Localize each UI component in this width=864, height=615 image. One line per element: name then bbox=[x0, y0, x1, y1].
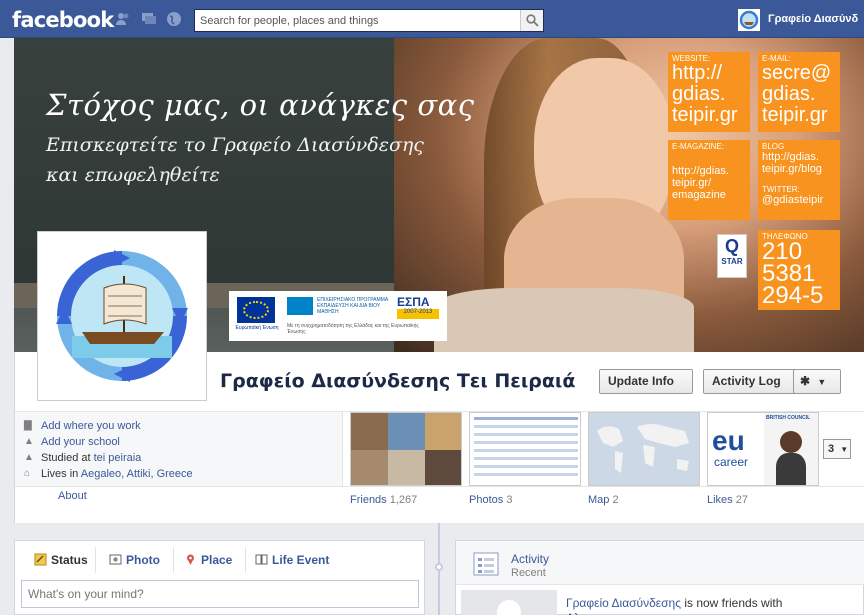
activity-avatar[interactable] bbox=[461, 590, 557, 615]
emagazine-box: E-MAGAZINE: http://gdias. teipir.gr/ ema… bbox=[668, 140, 750, 220]
activity-title[interactable]: Activity bbox=[511, 552, 549, 566]
notifications-globe-icon[interactable] bbox=[166, 11, 182, 27]
status-composer-input[interactable]: What's on your mind? bbox=[21, 580, 419, 608]
photos-tile[interactable] bbox=[469, 412, 581, 486]
activity-actor-link[interactable]: Γραφείο Διασύνδεσης bbox=[566, 596, 681, 610]
graduation-cap-icon: ▲ bbox=[24, 452, 34, 463]
facebook-logo[interactable]: facebook bbox=[12, 8, 114, 32]
studied-at: ▲ Studied at tei peiraia bbox=[24, 452, 142, 464]
photo-icon bbox=[109, 554, 122, 565]
more-sections-button[interactable]: 3 ▼ bbox=[823, 439, 851, 459]
map-label[interactable]: Map 2 bbox=[588, 494, 619, 506]
school-link[interactable]: tei peiraia bbox=[94, 452, 142, 464]
top-bar: facebook Γραφείο Διασύνδ bbox=[0, 0, 864, 38]
update-info-button[interactable]: Update Info bbox=[599, 369, 693, 394]
chevron-down-icon: ▼ bbox=[840, 445, 849, 454]
add-work-link[interactable]: ▇ Add where you work bbox=[24, 420, 141, 432]
friend-requests-icon[interactable] bbox=[115, 11, 131, 27]
map-tile[interactable] bbox=[588, 412, 700, 486]
activity-story: Γραφείο Διασύνδεσης is now friends with … bbox=[566, 596, 783, 615]
lives-in: ⌂ Lives in Aegaleo, Attiki, Greece bbox=[24, 468, 193, 480]
avatar bbox=[738, 9, 760, 31]
city-link[interactable]: Aegaleo, Attiki, Greece bbox=[81, 468, 193, 480]
profile-picture[interactable] bbox=[37, 231, 207, 401]
website-box: WEBSITE: http:// gdias. teipir.gr bbox=[668, 52, 750, 132]
tab-photo[interactable]: Photo bbox=[109, 553, 160, 567]
school-icon: ▲ bbox=[24, 436, 34, 447]
page-title[interactable]: Γραφείο Διασύνδεσης Τει Πειραιά bbox=[220, 370, 575, 392]
recent-activity-box: Activity Recent Γραφείο Διασύνδεσης is n… bbox=[455, 540, 864, 615]
book-icon bbox=[255, 554, 268, 565]
chevron-down-icon: ▼ bbox=[817, 377, 827, 387]
cover-subline-1: Επισκεφτείτε το Γραφείο Διασύνδεσης bbox=[46, 134, 424, 156]
settings-dropdown-button[interactable]: ✱ ▼ bbox=[793, 369, 841, 394]
tab-place[interactable]: Place bbox=[187, 553, 232, 567]
cover-subline-2: και επωφεληθείτε bbox=[46, 164, 220, 186]
search-button[interactable] bbox=[520, 10, 543, 31]
about-link[interactable]: About bbox=[58, 490, 87, 502]
gear-icon: ✱ bbox=[800, 374, 811, 388]
messages-icon[interactable] bbox=[141, 11, 157, 27]
tab-life-event[interactable]: Life Event bbox=[255, 553, 329, 567]
activity-log-button[interactable]: Activity Log bbox=[703, 369, 797, 394]
search-box bbox=[194, 9, 544, 32]
briefcase-icon: ▇ bbox=[24, 420, 32, 431]
likes-label[interactable]: Likes 27 bbox=[707, 494, 748, 506]
eu-funding-banner: Ευρωπαϊκή Ένωση ΕΠΙΧΕΙΡΗΣΙΑΚΟ ΠΡΟΓΡΑΜΜΑ … bbox=[229, 291, 447, 341]
home-icon: ⌂ bbox=[24, 468, 31, 479]
blog-twitter-box: BLOG http://gdias. teipir.gr/blog TWITTE… bbox=[758, 140, 840, 220]
activity-subtitle: Recent bbox=[511, 567, 546, 579]
activity-icon bbox=[473, 552, 499, 576]
map-pin-icon bbox=[187, 554, 194, 565]
timeline-dot[interactable] bbox=[435, 563, 443, 571]
user-name: Γραφείο Διασύνδ bbox=[768, 13, 859, 25]
eu-flag-icon bbox=[237, 297, 275, 323]
search-icon bbox=[526, 14, 539, 27]
profile-info-strip: ▇ Add where you work ▲ Add your school ▲… bbox=[14, 411, 864, 523]
world-map-icon bbox=[597, 424, 689, 473]
add-school-link[interactable]: ▲ Add your school bbox=[24, 436, 120, 448]
qstar-logo: Q STAR bbox=[717, 234, 747, 278]
friends-label[interactable]: Friends 1,267 bbox=[350, 494, 417, 506]
photos-label[interactable]: Photos 3 bbox=[469, 494, 512, 506]
phone-box: ΤΗΛΕΦΩΝΟ 210 5381 294-5 bbox=[758, 230, 840, 310]
email-box: E-MAIL: secre@ gdias. teipir.gr bbox=[758, 52, 840, 132]
pencil-icon bbox=[34, 553, 47, 566]
friends-tile[interactable] bbox=[350, 412, 462, 486]
likes-tile[interactable]: eu career BRITISH COUNCIL bbox=[707, 412, 819, 486]
cover-slogan: Στόχος μας, οι ανάγκες σας bbox=[46, 88, 475, 122]
search-input[interactable] bbox=[195, 10, 521, 31]
about-summary: ▇ Add where you work ▲ Add your school ▲… bbox=[15, 412, 343, 486]
status-publisher: Status Photo Place Life Event What's on … bbox=[14, 540, 425, 615]
tab-status[interactable]: Status bbox=[34, 553, 88, 567]
ship-logo-icon bbox=[56, 250, 188, 382]
